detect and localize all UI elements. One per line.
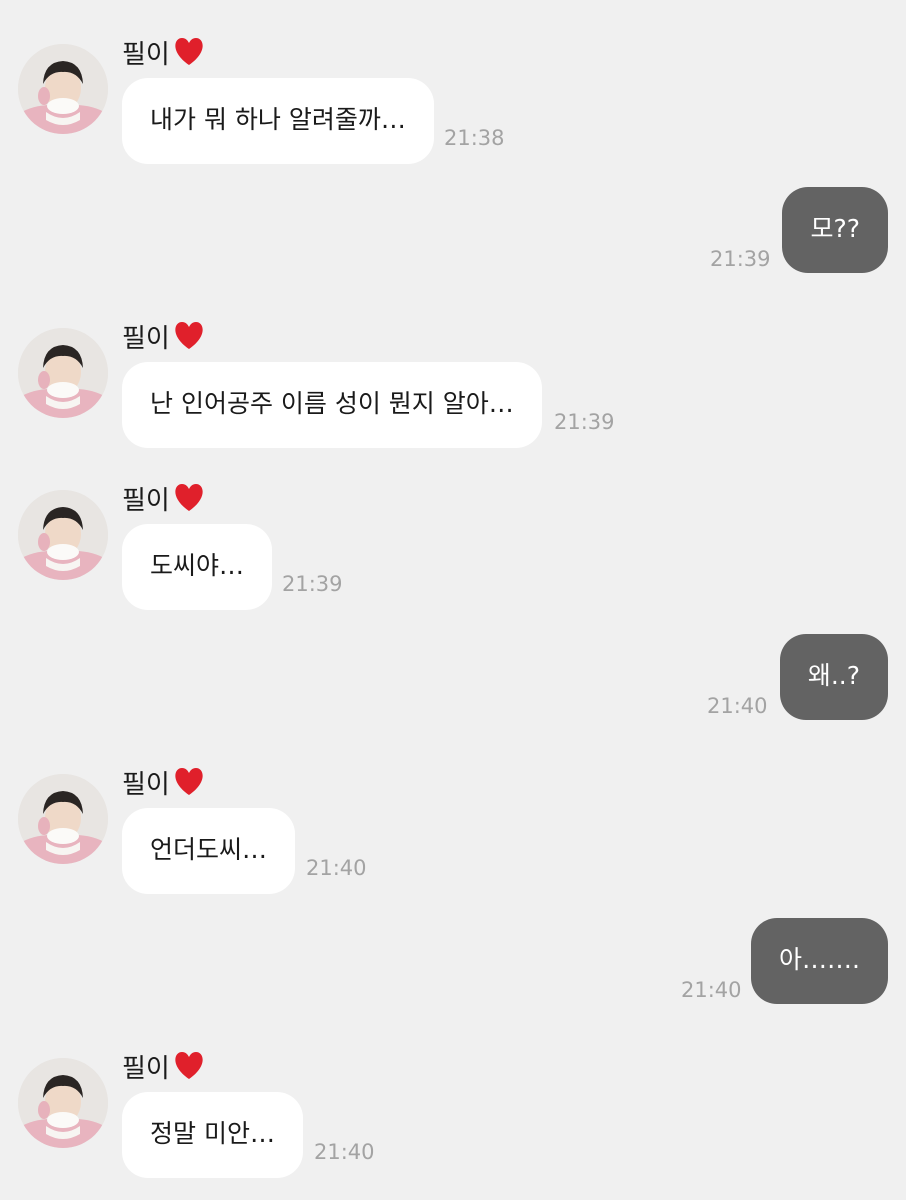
- message-timestamp: 21:40: [681, 978, 742, 1002]
- message-bubble[interactable]: 모??: [782, 187, 888, 273]
- red-heart-icon: [175, 484, 203, 511]
- message-bubble[interactable]: 난 인어공주 이름 성이 뭔지 알아…: [122, 362, 542, 448]
- message-incoming: 필이 언더도씨… 21:40: [0, 742, 906, 894]
- message-timestamp: 21:39: [710, 247, 771, 271]
- message-bubble[interactable]: 정말 미안…: [122, 1092, 303, 1178]
- red-heart-icon: [175, 38, 203, 65]
- message-bubble[interactable]: 왜..?: [779, 634, 888, 720]
- sender-name: 필이: [122, 762, 206, 802]
- message-incoming: 필이 정말 미안… 21:40: [0, 1026, 906, 1178]
- contact-avatar[interactable]: [18, 774, 108, 864]
- message-outgoing: 왜..? 21:40: [0, 634, 906, 720]
- sender-name: 필이: [122, 1046, 206, 1086]
- message-outgoing: 모?? 21:39: [0, 187, 906, 273]
- sender-name: 필이: [122, 478, 206, 518]
- red-heart-icon: [175, 768, 203, 795]
- message-timestamp: 21:39: [282, 572, 343, 596]
- message-incoming: 필이 내가 뭐 하나 알려줄까… 21:38: [0, 12, 906, 164]
- contact-avatar[interactable]: [18, 44, 108, 134]
- message-bubble[interactable]: 도씨야…: [122, 524, 273, 610]
- message-timestamp: 21:40: [707, 694, 768, 718]
- message-timestamp: 21:38: [444, 126, 505, 150]
- sender-name: 필이: [122, 316, 206, 356]
- message-timestamp: 21:40: [314, 1140, 375, 1164]
- contact-avatar[interactable]: [18, 490, 108, 580]
- sender-name: 필이: [122, 32, 206, 72]
- message-timestamp: 21:40: [306, 856, 367, 880]
- message-incoming: 필이 도씨야… 21:39: [0, 458, 906, 610]
- message-bubble[interactable]: 언더도씨…: [122, 808, 296, 894]
- message-bubble[interactable]: 내가 뭐 하나 알려줄까…: [122, 78, 434, 164]
- contact-avatar[interactable]: [18, 328, 108, 418]
- red-heart-icon: [175, 1052, 203, 1079]
- message-outgoing: 아……. 21:40: [0, 918, 906, 1004]
- message-incoming: 필이 난 인어공주 이름 성이 뭔지 알아… 21:39: [0, 296, 906, 448]
- chat-area[interactable]: 필이 내가 뭐 하나 알려줄까… 21:38 모?? 21:39 필이 난 인어…: [0, 0, 906, 1200]
- message-timestamp: 21:39: [554, 410, 615, 434]
- red-heart-icon: [175, 322, 203, 349]
- message-bubble[interactable]: 아…….: [751, 918, 888, 1004]
- contact-avatar[interactable]: [18, 1058, 108, 1148]
